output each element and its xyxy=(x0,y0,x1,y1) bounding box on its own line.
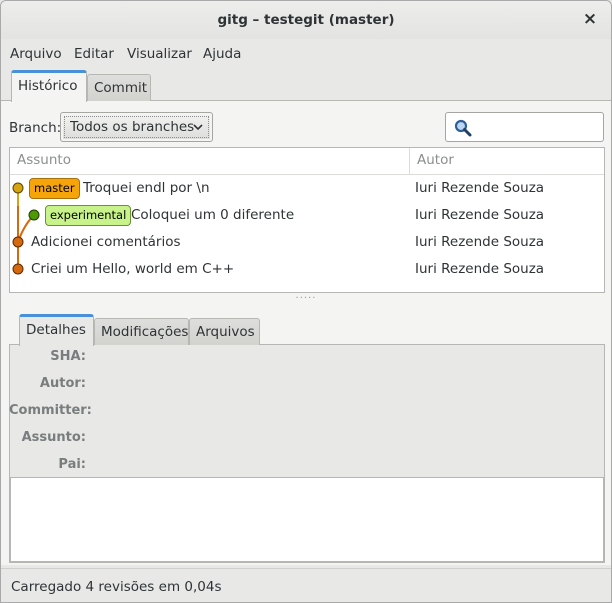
search-input-box[interactable] xyxy=(445,112,604,142)
commit-row[interactable]: Criei um Hello, world em C++ Iuri Rezend… xyxy=(10,256,604,283)
commit-author: Iuri Rezende Souza xyxy=(415,234,545,250)
branch-select[interactable]: Todos os branches xyxy=(60,112,213,142)
menu-bar: Arquivo Editar Visualizar Ajuda xyxy=(1,39,611,69)
menu-arquivo[interactable]: Arquivo xyxy=(10,46,62,62)
close-icon[interactable]: × xyxy=(581,9,599,29)
history-list[interactable]: Assunto Autor master Troquei endl por \n… xyxy=(9,147,605,293)
field-label-autor: Autor: xyxy=(39,376,86,391)
tab-historico[interactable]: Histórico xyxy=(11,70,87,102)
ref-badge-master: master xyxy=(29,178,80,199)
branch-label: Branch: xyxy=(9,120,62,136)
commit-row[interactable]: master Troquei endl por \n Iuri Rezende … xyxy=(10,175,604,202)
commit-author: Iuri Rezende Souza xyxy=(415,261,545,277)
commit-author: Iuri Rezende Souza xyxy=(415,180,545,196)
field-label-committer: Committer: xyxy=(9,403,92,418)
search-input[interactable] xyxy=(476,117,596,137)
commit-subject: Adicionei comentários xyxy=(31,234,181,250)
commit-subject: Troquei endl por \n xyxy=(83,180,210,196)
branch-selected-value: Todos os branches xyxy=(70,119,195,135)
field-label-pai: Pai: xyxy=(58,457,86,472)
commit-message-view[interactable] xyxy=(10,477,604,562)
pane-resize-handle[interactable]: ····· xyxy=(1,294,611,305)
tab-arquivos[interactable]: Arquivos xyxy=(189,318,260,345)
commit-row[interactable]: Adicionei comentários Iuri Rezende Souza xyxy=(10,229,604,256)
title-bar[interactable]: gitg – testegit (master) × xyxy=(1,1,611,39)
status-bar: Carregado 4 revisões em 0,04s xyxy=(1,568,611,602)
menu-editar[interactable]: Editar xyxy=(74,46,114,62)
tab-detalhes[interactable]: Detalhes xyxy=(19,314,94,346)
tab-modificacoes[interactable]: Modificações xyxy=(94,318,189,345)
window-title: gitg – testegit (master) xyxy=(217,12,395,28)
status-text: Carregado 4 revisões em 0,04s xyxy=(11,579,222,595)
app-window: gitg – testegit (master) × Arquivo Edita… xyxy=(0,0,612,603)
commit-row[interactable]: experimental Coloquei um 0 diferente Iur… xyxy=(10,202,604,229)
column-header-assunto[interactable]: Assunto xyxy=(10,148,410,175)
field-label-sha: SHA: xyxy=(50,349,86,364)
commit-subject: Coloquei um 0 diferente xyxy=(131,207,295,223)
ref-badge-experimental: experimental xyxy=(45,205,132,226)
menu-visualizar[interactable]: Visualizar xyxy=(127,46,192,62)
commit-subject: Criei um Hello, world em C++ xyxy=(31,261,235,277)
column-header-autor[interactable]: Autor xyxy=(410,148,604,175)
tab-commit[interactable]: Commit xyxy=(87,74,151,101)
search-icon xyxy=(454,119,472,137)
field-label-assunto: Assunto: xyxy=(21,430,86,445)
menu-ajuda[interactable]: Ajuda xyxy=(203,46,241,62)
chevron-down-icon xyxy=(193,124,203,131)
commit-author: Iuri Rezende Souza xyxy=(415,207,545,223)
